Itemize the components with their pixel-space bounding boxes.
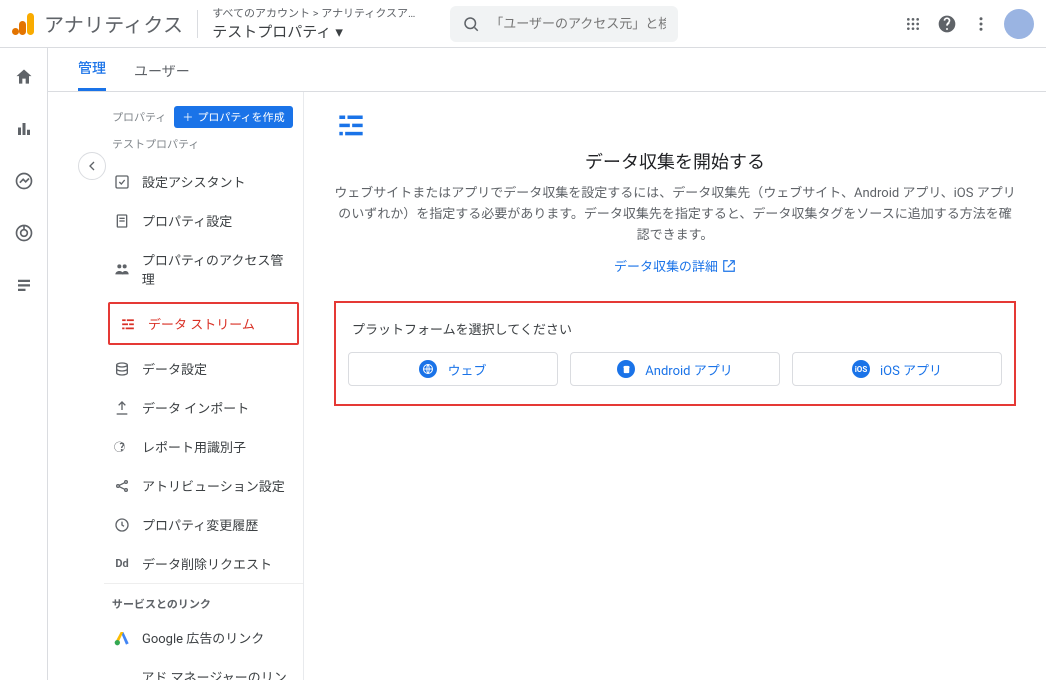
app-title: アナリティクス xyxy=(44,9,183,38)
sidebar-item-reporting-identity[interactable]: ?⃝ レポート用識別子 xyxy=(104,427,303,466)
main-panel: データ収集を開始する ウェブサイトまたはアプリでデータ収集を設定するには、データ… xyxy=(304,92,1046,680)
ios-icon: iOS xyxy=(852,360,870,378)
platform-ios-label: iOS アプリ xyxy=(880,360,942,379)
sidebar-section-links: サービスとのリンク xyxy=(104,583,303,618)
dd-icon: Dd xyxy=(112,557,132,570)
search-input[interactable] xyxy=(490,16,666,31)
hero-learn-more-link[interactable]: データ収集の詳細 xyxy=(614,256,736,275)
hero-description: ウェブサイトまたはアプリでデータ収集を設定するには、データ収集先（ウェブサイト、… xyxy=(334,184,1016,246)
sidebar-item-label: プロパティのアクセス管理 xyxy=(142,250,295,288)
people-icon xyxy=(112,261,132,277)
admin-body: プロパティ ＋ プロパティを作成 テストプロパティ 設定アシスタント プロパティ… xyxy=(48,92,1046,680)
sidebar-item-access-mgmt[interactable]: プロパティのアクセス管理 xyxy=(104,240,303,298)
sidebar-item-label: 設定アシスタント xyxy=(142,172,245,191)
stream-hero-icon xyxy=(334,112,1016,140)
sidebar-item-attribution[interactable]: アトリビューション設定 xyxy=(104,466,303,505)
sidebar-item-data-deletion[interactable]: Dd データ削除リクエスト xyxy=(104,544,303,583)
highlight-data-streams: データ ストリーム xyxy=(108,302,299,345)
open-external-icon xyxy=(722,259,736,273)
home-icon[interactable] xyxy=(7,60,41,94)
help-icon[interactable] xyxy=(930,7,964,41)
sidebar-item-label: Google 広告のリンク xyxy=(142,628,264,647)
analytics-logo-icon xyxy=(12,13,34,35)
account-breadcrumb: すべてのアカウント > アナリティクスアカウ... xyxy=(212,5,422,21)
hero: データ収集を開始する ウェブサイトまたはアプリでデータ収集を設定するには、データ… xyxy=(334,112,1016,275)
sidebar-subtitle: テストプロパティ xyxy=(104,134,303,162)
explore-icon[interactable] xyxy=(7,164,41,198)
content: 管理 ユーザー プロパティ ＋ プロパティを作成 テストプロパティ 設定アシスタ… xyxy=(48,48,1046,680)
hero-title: データ収集を開始する xyxy=(334,148,1016,174)
id-icon: ?⃝ xyxy=(112,439,132,455)
google-ads-icon xyxy=(112,630,132,646)
apps-grid-icon[interactable] xyxy=(896,7,930,41)
upload-icon xyxy=(112,400,132,416)
property-switcher[interactable]: すべてのアカウント > アナリティクスアカウ... テストプロパティ ▾ xyxy=(212,5,422,42)
platform-select-box: プラットフォームを選択してください ウェブ Android アプリ iOS xyxy=(334,301,1016,406)
back-button[interactable] xyxy=(78,152,106,180)
sidebar-item-label: データ削除リクエスト xyxy=(142,554,272,573)
create-property-button[interactable]: ＋ プロパティを作成 xyxy=(174,106,292,128)
sidebar-item-data-import[interactable]: データ インポート xyxy=(104,388,303,427)
web-icon xyxy=(419,360,437,378)
main-area: 管理 ユーザー プロパティ ＋ プロパティを作成 テストプロパティ 設定アシスタ… xyxy=(0,48,1046,680)
settings-sidebar: プロパティ ＋ プロパティを作成 テストプロパティ 設定アシスタント プロパティ… xyxy=(104,92,304,680)
admin-tabs: 管理 ユーザー xyxy=(48,48,1046,92)
stream-icon xyxy=(118,317,138,331)
sidebar-item-label: レポート用識別子 xyxy=(142,437,246,456)
tab-admin[interactable]: 管理 xyxy=(78,58,106,91)
platform-android-button[interactable]: Android アプリ xyxy=(570,352,780,386)
sidebar-item-label: アド マネージャーのリンク xyxy=(141,667,295,680)
sidebar-item-property-settings[interactable]: プロパティ設定 xyxy=(104,201,303,240)
sidebar-item-label: アトリビューション設定 xyxy=(142,476,285,495)
sidebar-link-ad-manager[interactable]: アド マネージャーのリンク xyxy=(104,657,303,680)
platform-web-label: ウェブ xyxy=(447,360,486,379)
left-rail xyxy=(0,48,48,680)
app-header: アナリティクス すべてのアカウント > アナリティクスアカウ... テストプロパ… xyxy=(0,0,1046,48)
check-square-icon xyxy=(112,174,132,190)
sidebar-item-label: データ インポート xyxy=(142,398,249,417)
create-property-label: プロパティを作成 xyxy=(197,109,284,125)
search-icon xyxy=(462,15,480,33)
user-avatar[interactable] xyxy=(1004,9,1034,39)
platform-heading: プラットフォームを選択してください xyxy=(352,319,1002,338)
separator xyxy=(197,10,198,38)
reports-icon[interactable] xyxy=(7,112,41,146)
platform-ios-button[interactable]: iOS iOS アプリ xyxy=(792,352,1002,386)
more-vert-icon[interactable] xyxy=(964,7,998,41)
configure-icon[interactable] xyxy=(7,268,41,302)
sidebar-item-label: データ ストリーム xyxy=(148,314,255,333)
sidebar-item-label: プロパティ設定 xyxy=(142,211,232,230)
platform-web-button[interactable]: ウェブ xyxy=(348,352,558,386)
caret-down-icon: ▾ xyxy=(335,23,343,41)
android-icon xyxy=(617,360,635,378)
sidebar-item-setup-assistant[interactable]: 設定アシスタント xyxy=(104,162,303,201)
database-icon xyxy=(112,361,132,377)
property-name: テストプロパティ xyxy=(212,21,331,42)
attribution-icon xyxy=(112,478,132,494)
page-icon xyxy=(112,213,132,229)
sidebar-item-data-streams[interactable]: データ ストリーム xyxy=(110,304,297,343)
sidebar-item-data-settings[interactable]: データ設定 xyxy=(104,349,303,388)
sidebar-link-google-ads[interactable]: Google 広告のリンク xyxy=(104,618,303,657)
sidebar-item-label: プロパティ変更履歴 xyxy=(142,515,258,534)
platform-buttons: ウェブ Android アプリ iOS iOS アプリ xyxy=(348,352,1002,386)
platform-android-label: Android アプリ xyxy=(645,360,732,379)
current-property: テストプロパティ ▾ xyxy=(212,21,422,42)
sidebar-item-change-history[interactable]: プロパティ変更履歴 xyxy=(104,505,303,544)
tab-user[interactable]: ユーザー xyxy=(134,61,190,91)
search-box[interactable] xyxy=(450,6,678,42)
advertising-icon[interactable] xyxy=(7,216,41,250)
plus-icon: ＋ xyxy=(182,109,193,125)
sidebar-header-label: プロパティ xyxy=(112,109,166,125)
sidebar-header: プロパティ ＋ プロパティを作成 xyxy=(104,100,303,134)
history-icon xyxy=(112,517,132,533)
sidebar-item-label: データ設定 xyxy=(142,359,207,378)
hero-link-label: データ収集の詳細 xyxy=(614,256,718,275)
